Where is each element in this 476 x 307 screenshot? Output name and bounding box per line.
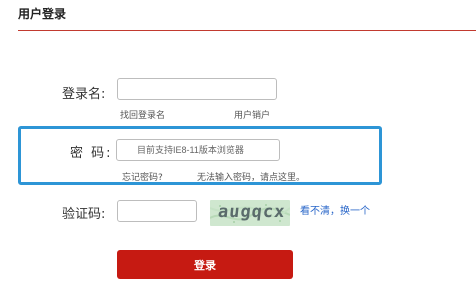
captcha-label: 验证码:: [62, 207, 106, 222]
captcha-refresh-link[interactable]: 看不清，换一个: [300, 206, 370, 218]
captcha-input[interactable]: [117, 200, 197, 222]
password-input[interactable]: [116, 139, 280, 161]
password-label: 密 码:: [70, 146, 113, 161]
page-title: 用户登录: [18, 7, 67, 21]
deregister-user-link[interactable]: 用户销户: [234, 110, 270, 122]
captcha-text: augqcx: [216, 202, 287, 222]
forgot-password-link[interactable]: 忘记密码?: [122, 172, 163, 184]
login-button[interactable]: 登录: [117, 250, 293, 279]
username-label: 登录名:: [62, 87, 106, 102]
login-page: 用户登录 登录名: 找回登录名 用户销户 密 码: 忘记密码? 无法输入密码，请…: [0, 0, 476, 307]
cannot-input-password-link[interactable]: 无法输入密码，请点这里。: [197, 172, 305, 184]
find-username-link[interactable]: 找回登录名: [120, 110, 165, 122]
captcha-image[interactable]: augqcx: [210, 200, 290, 226]
title-divider: [18, 30, 476, 31]
username-input[interactable]: [117, 78, 277, 100]
